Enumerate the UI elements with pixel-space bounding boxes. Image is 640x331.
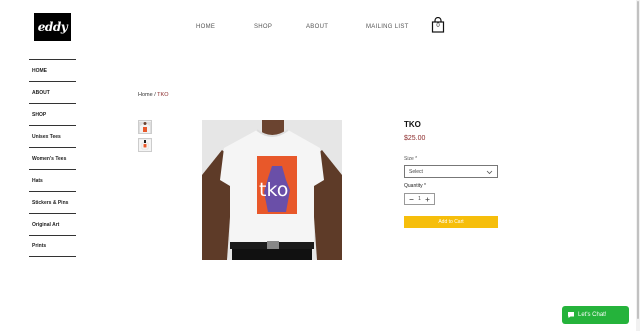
- topnav-home[interactable]: HOME: [196, 24, 215, 30]
- sidebar-item-original-art[interactable]: Original Art: [29, 213, 76, 235]
- thumbnail-2-image: [139, 140, 151, 151]
- chat-button[interactable]: Let's Chat!: [562, 306, 629, 324]
- chat-icon: [568, 312, 574, 318]
- product-thumbnail-1[interactable]: [138, 120, 152, 134]
- quantity-label: Quantity *: [404, 183, 426, 189]
- thumbnail-1-image: [139, 122, 151, 133]
- shirt-graphic-text: tko: [259, 179, 288, 201]
- sidebar-item-shop[interactable]: SHOP: [29, 103, 76, 125]
- product-thumbnail-2[interactable]: [138, 138, 152, 152]
- sidebar-item-womens-tees[interactable]: Women's Tees: [29, 147, 76, 169]
- topnav-mailing-list[interactable]: MAILING LIST: [366, 24, 409, 30]
- breadcrumb-separator: /: [154, 92, 156, 98]
- breadcrumb-current: TKO: [157, 92, 169, 98]
- breadcrumb: Home / TKO: [138, 92, 168, 98]
- minus-icon[interactable]: [409, 197, 414, 202]
- size-label: Size *: [404, 156, 418, 162]
- size-dropdown[interactable]: Select: [404, 165, 498, 178]
- breadcrumb-home[interactable]: Home: [138, 92, 153, 98]
- topnav-shop[interactable]: SHOP: [254, 24, 272, 30]
- add-to-cart-button[interactable]: Add to Cart: [404, 216, 498, 228]
- plus-icon[interactable]: [425, 197, 430, 202]
- quantity-value[interactable]: 1: [418, 196, 421, 202]
- sidebar-item-stickers-pins[interactable]: Stickers & Pins: [29, 191, 76, 213]
- top-nav: HOME SHOP ABOUT MAILING LIST: [0, 24, 640, 34]
- size-dropdown-value: Select: [409, 168, 423, 175]
- quantity-stepper: 1: [404, 193, 435, 205]
- sidebar-item-home[interactable]: HOME: [29, 59, 76, 81]
- sidebar-item-unisex-tees[interactable]: Unisex Tees: [29, 125, 76, 147]
- product-title: TKO: [404, 120, 421, 129]
- sidebar-item-hats[interactable]: Hats: [29, 169, 76, 191]
- sidebar-nav: HOME ABOUT SHOP Unisex Tees Women's Tees…: [29, 59, 76, 257]
- sidebar-item-prints[interactable]: Prints: [29, 235, 76, 257]
- cart-button[interactable]: 0: [431, 16, 445, 33]
- shirt-photo: tko: [202, 120, 342, 260]
- add-to-cart-label: Add to Cart: [438, 219, 464, 225]
- chevron-down-icon: [486, 170, 493, 175]
- topnav-about[interactable]: ABOUT: [306, 24, 328, 30]
- product-main-image[interactable]: tko: [202, 120, 342, 260]
- product-price: $25.00: [404, 135, 426, 142]
- scrollbar-thumb[interactable]: [637, 1, 639, 319]
- cart-count: 0: [436, 23, 440, 29]
- chat-label: Let's Chat!: [578, 312, 607, 318]
- sidebar-item-about[interactable]: ABOUT: [29, 81, 76, 103]
